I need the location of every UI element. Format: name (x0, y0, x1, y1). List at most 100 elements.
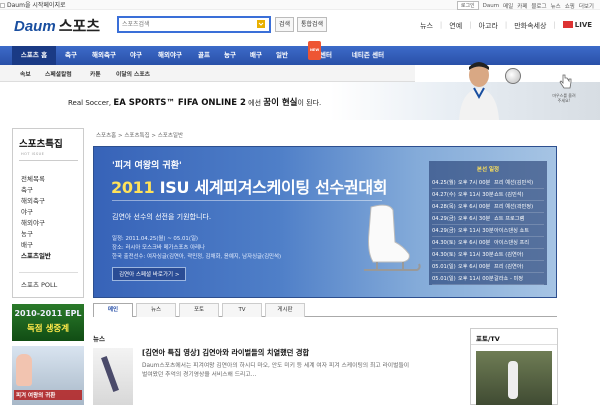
nav-netizen-center[interactable]: 네티즌 센터 (345, 46, 391, 65)
photo-tv-box: 포토/TV (470, 328, 558, 405)
logo-section: 스포츠 (58, 18, 101, 35)
sidebar-item-basketball[interactable]: 농구 (21, 228, 33, 238)
live-tv-icon (562, 21, 573, 28)
nav-soccer[interactable]: 축구 (60, 46, 82, 65)
news-summary: Daum스포츠에서는 피겨여왕 김연아의 하시디 마오, 안도 미키 등 세계 … (142, 363, 410, 378)
service-comics[interactable]: 만화속세상 (514, 21, 546, 31)
banner-title-rest: ISU 세계피겨스케이팅 선수권대회 (159, 178, 388, 197)
hover-hint-text: 마우스를 올려주세요! (552, 93, 576, 103)
subnav-monthly-sports[interactable]: 이달의 스포츠 (116, 69, 150, 78)
nav-world-soccer[interactable]: 해외축구 (86, 46, 122, 65)
epl-line2: 독점 생중계 (26, 324, 70, 334)
service-nav: 뉴스 | 연예 | 아고라 | 만화속세상 | LIVE (420, 21, 593, 31)
nav-golf[interactable]: 골프 (193, 46, 215, 65)
sidebar-poll[interactable]: 스포츠 POLL (21, 279, 57, 289)
banner-info-venue: 장소: 러시아 모스크바 메가스포츠 아레나 (112, 245, 205, 251)
schedule-row: 04.30(토) 오후 6시 00분 아이스댄싱 프리 (432, 238, 544, 249)
live-link[interactable]: LIVE (562, 21, 593, 31)
photo-tv-image[interactable] (476, 351, 552, 405)
sidebar-item-volleyball[interactable]: 배구 (21, 239, 33, 249)
subnav-breaking[interactable]: 속보 (20, 69, 31, 78)
search-button[interactable]: 검색 (275, 17, 295, 32)
schedule-panel: 본선 일정 04.25(월) 오후 7시 00분 프리 예선(김민석) 04.27(… (429, 161, 547, 285)
schedule-row: 04.28(목) 오후 6시 00분 프리 예선(곽민정) (432, 202, 544, 213)
tab-board[interactable]: 게시판 (265, 303, 305, 317)
figure-queen-label: 피겨 여왕의 귀환 (14, 390, 82, 400)
breadcrumb: 스포츠홈 > 스포츠특집 > 스포츠일반 (96, 133, 184, 139)
nav-baseball[interactable]: 야구 (125, 46, 147, 65)
figure-queen-banner[interactable]: 피겨 여왕의 귀환 (12, 346, 84, 405)
ad-text[interactable]: Real Soccer, EA SPORTS™ FIFA ONLINE 2 에선… (68, 96, 321, 108)
nav-basketball[interactable]: 농구 (219, 46, 241, 65)
sidebar-item-soccer[interactable]: 축구 (21, 184, 33, 194)
sidebar-item-all[interactable]: 전체목록 (21, 173, 45, 183)
sidebar-item-world-soccer[interactable]: 해외축구 (21, 195, 45, 205)
news-section-label: 뉴스 (93, 335, 105, 343)
skater-figure (101, 356, 119, 392)
top-link-more[interactable]: 더보기 (579, 2, 594, 10)
epl-line1: 2010-2011 EPL (14, 309, 82, 318)
golfer-figure (508, 361, 518, 399)
service-agora[interactable]: 아고라 (479, 21, 498, 31)
tab-news[interactable]: 뉴스 (136, 303, 176, 317)
integrated-search-button[interactable]: 통합검색 (297, 17, 328, 32)
banner-title-year: 2011 (111, 178, 155, 197)
nav-volleyball[interactable]: 배구 (245, 46, 267, 65)
banner-message: 김연아 선수의 선전을 기원합니다. (112, 213, 212, 221)
news-thumbnail[interactable] (93, 348, 133, 405)
banner-info-players: 한국 출전선수: 여자싱글(김연아, 곽민정, 김채화, 윤예지, 남자싱글(김… (112, 254, 282, 260)
set-homepage-link[interactable]: Daum을 시작페이지로 (0, 0, 66, 9)
tab-main[interactable]: 메인 (93, 303, 133, 317)
tab-photo[interactable]: 포토 (179, 303, 219, 317)
epl-banner[interactable]: 2010-2011 EPL 독점 생중계 (12, 304, 84, 341)
soccer-player-image (459, 62, 499, 120)
top-link-mail[interactable]: 메일 (503, 2, 513, 10)
live-label: LIVE (574, 21, 593, 29)
soccer-ball-icon (505, 68, 521, 84)
nav-live-center[interactable]: NEW중계센터 (300, 41, 340, 65)
skater-thumb (16, 354, 32, 386)
search-input[interactable] (119, 18, 247, 31)
logo-daum: Daum (14, 18, 56, 35)
homepage-checkbox[interactable] (0, 3, 5, 8)
subnav-special-column[interactable]: 스페셜칼럼 (45, 69, 72, 78)
news-headline[interactable]: [김연아 특집 영상] 김연아와 라이벌들의 치열했던 경합 (142, 348, 309, 358)
set-homepage-label: Daum을 시작페이지로 (7, 2, 66, 9)
kimyuna-special-button[interactable]: 김연아 스페셜 바로가기 > (112, 267, 187, 281)
sidebar-item-world-baseball[interactable]: 해외야구 (21, 217, 45, 227)
ad-product: EA SPORTS™ FIFA ONLINE 2 (113, 98, 246, 108)
sidebar-item-baseball[interactable]: 야구 (21, 206, 33, 216)
ad-lead: Real Soccer, (68, 99, 112, 107)
subnav-cartoon[interactable]: 카툰 (90, 69, 101, 78)
nav-general[interactable]: 일반 (271, 46, 293, 65)
top-link-blog[interactable]: 블로그 (531, 2, 546, 10)
top-link-shopping[interactable]: 쇼핑 (565, 2, 575, 10)
service-entertainment[interactable]: 연예 (449, 21, 462, 31)
tab-tv[interactable]: TV (222, 303, 262, 317)
nav-world-baseball[interactable]: 해외야구 (152, 46, 188, 65)
sidebar-divider-2 (19, 272, 78, 273)
top-right-links: 로그인 Daum 메일 카페 블로그 뉴스 쇼핑 더보기 (456, 1, 594, 10)
daum-sports-logo[interactable]: Daum 스포츠 (14, 15, 100, 36)
top-link-cafe[interactable]: 카페 (517, 2, 527, 10)
new-badge: NEW (308, 41, 322, 60)
sub-nav: 속보 스페셜칼럼 카툰 이달의 스포츠 (0, 65, 415, 82)
ad-tail: 이 된다. (297, 99, 322, 107)
top-link-news[interactable]: 뉴스 (551, 2, 561, 10)
banner-info-schedule: 일정: 2011.04.25(월) ~ 05.01(일) (112, 236, 199, 242)
search-dropdown-icon[interactable] (256, 19, 266, 29)
schedule-row: 04.25(월) 오후 7시 00분 프리 예선(김민석) (432, 178, 544, 189)
schedule-row: 05.01(일) 오후 11시 00분 갈라쇼 - 미정 (432, 274, 544, 285)
service-news[interactable]: 뉴스 (420, 21, 433, 31)
banner-subtitle: '피겨 여왕의 귀환' (112, 161, 182, 171)
login-button[interactable]: 로그인 (456, 1, 479, 10)
search-box (117, 16, 271, 33)
nav-sports-home[interactable]: 스포츠 홈 (12, 46, 56, 65)
top-link-daum[interactable]: Daum (483, 3, 499, 9)
ice-skate-image (364, 204, 421, 271)
photo-tv-divider (471, 344, 557, 345)
sidebar: 스포츠특집 HOT ISSUE 전체목록 축구 해외축구 야구 해외야구 농구 … (12, 128, 84, 298)
sidebar-item-general[interactable]: 스포츠일반 (21, 250, 51, 260)
hand-cursor-icon[interactable] (556, 73, 574, 91)
content-tabs: 메인 뉴스 포토 TV 게시판 (93, 301, 557, 317)
